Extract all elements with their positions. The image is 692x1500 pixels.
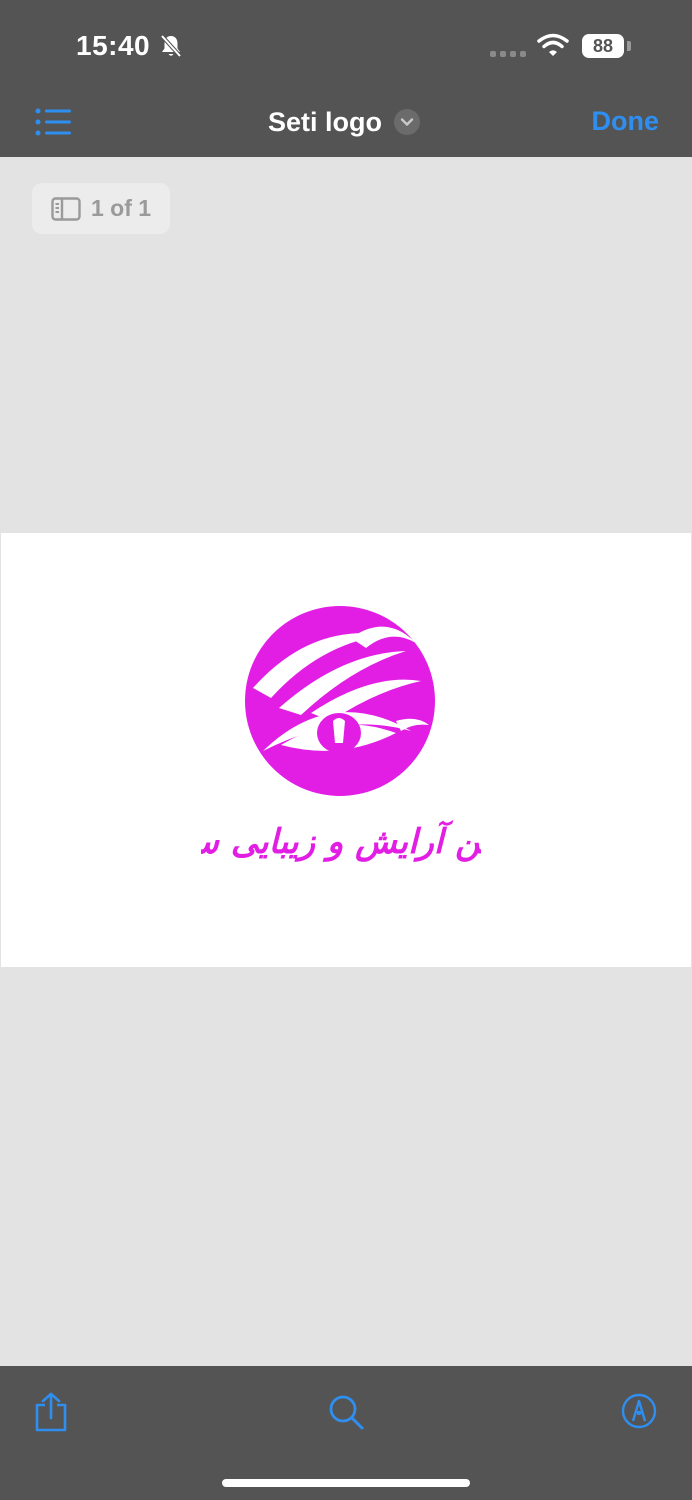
- bell-muted-icon: [160, 34, 182, 58]
- status-bar: 15:40 88: [0, 0, 692, 95]
- battery-level: 88: [592, 35, 614, 56]
- quick-look-screen: 15:40 88 Seti logo Done 1 of 1 ن آرایش و…: [0, 0, 692, 1500]
- sidebar-icon: [51, 196, 81, 221]
- document-page: سالن آرایش و زیبایی ستی: [1, 533, 691, 967]
- battery-icon: 88: [582, 34, 624, 58]
- title-menu-button[interactable]: Seti logo: [268, 107, 420, 137]
- list-icon[interactable]: [34, 107, 74, 137]
- salon-logo-image: سالن آرایش و زیبایی ستی: [201, 606, 481, 862]
- navigation-bar: Seti logo Done: [0, 95, 692, 157]
- chevron-down-icon: [394, 109, 420, 135]
- markup-icon[interactable]: [621, 1393, 657, 1429]
- logo-text: سالن آرایش و زیبایی ستی: [201, 819, 481, 862]
- page-indicator-label: 1 of 1: [91, 195, 152, 221]
- wifi-icon: [537, 33, 569, 56]
- share-icon[interactable]: [33, 1392, 69, 1432]
- battery-cap: [627, 41, 631, 51]
- document-title: Seti logo: [268, 106, 382, 137]
- page-indicator-button[interactable]: 1 of 1: [32, 183, 170, 234]
- status-time: 15:40: [76, 30, 151, 61]
- search-icon[interactable]: [328, 1394, 364, 1430]
- home-indicator[interactable]: [222, 1479, 470, 1487]
- signal-icon: [490, 51, 526, 57]
- done-button[interactable]: Done: [592, 106, 660, 137]
